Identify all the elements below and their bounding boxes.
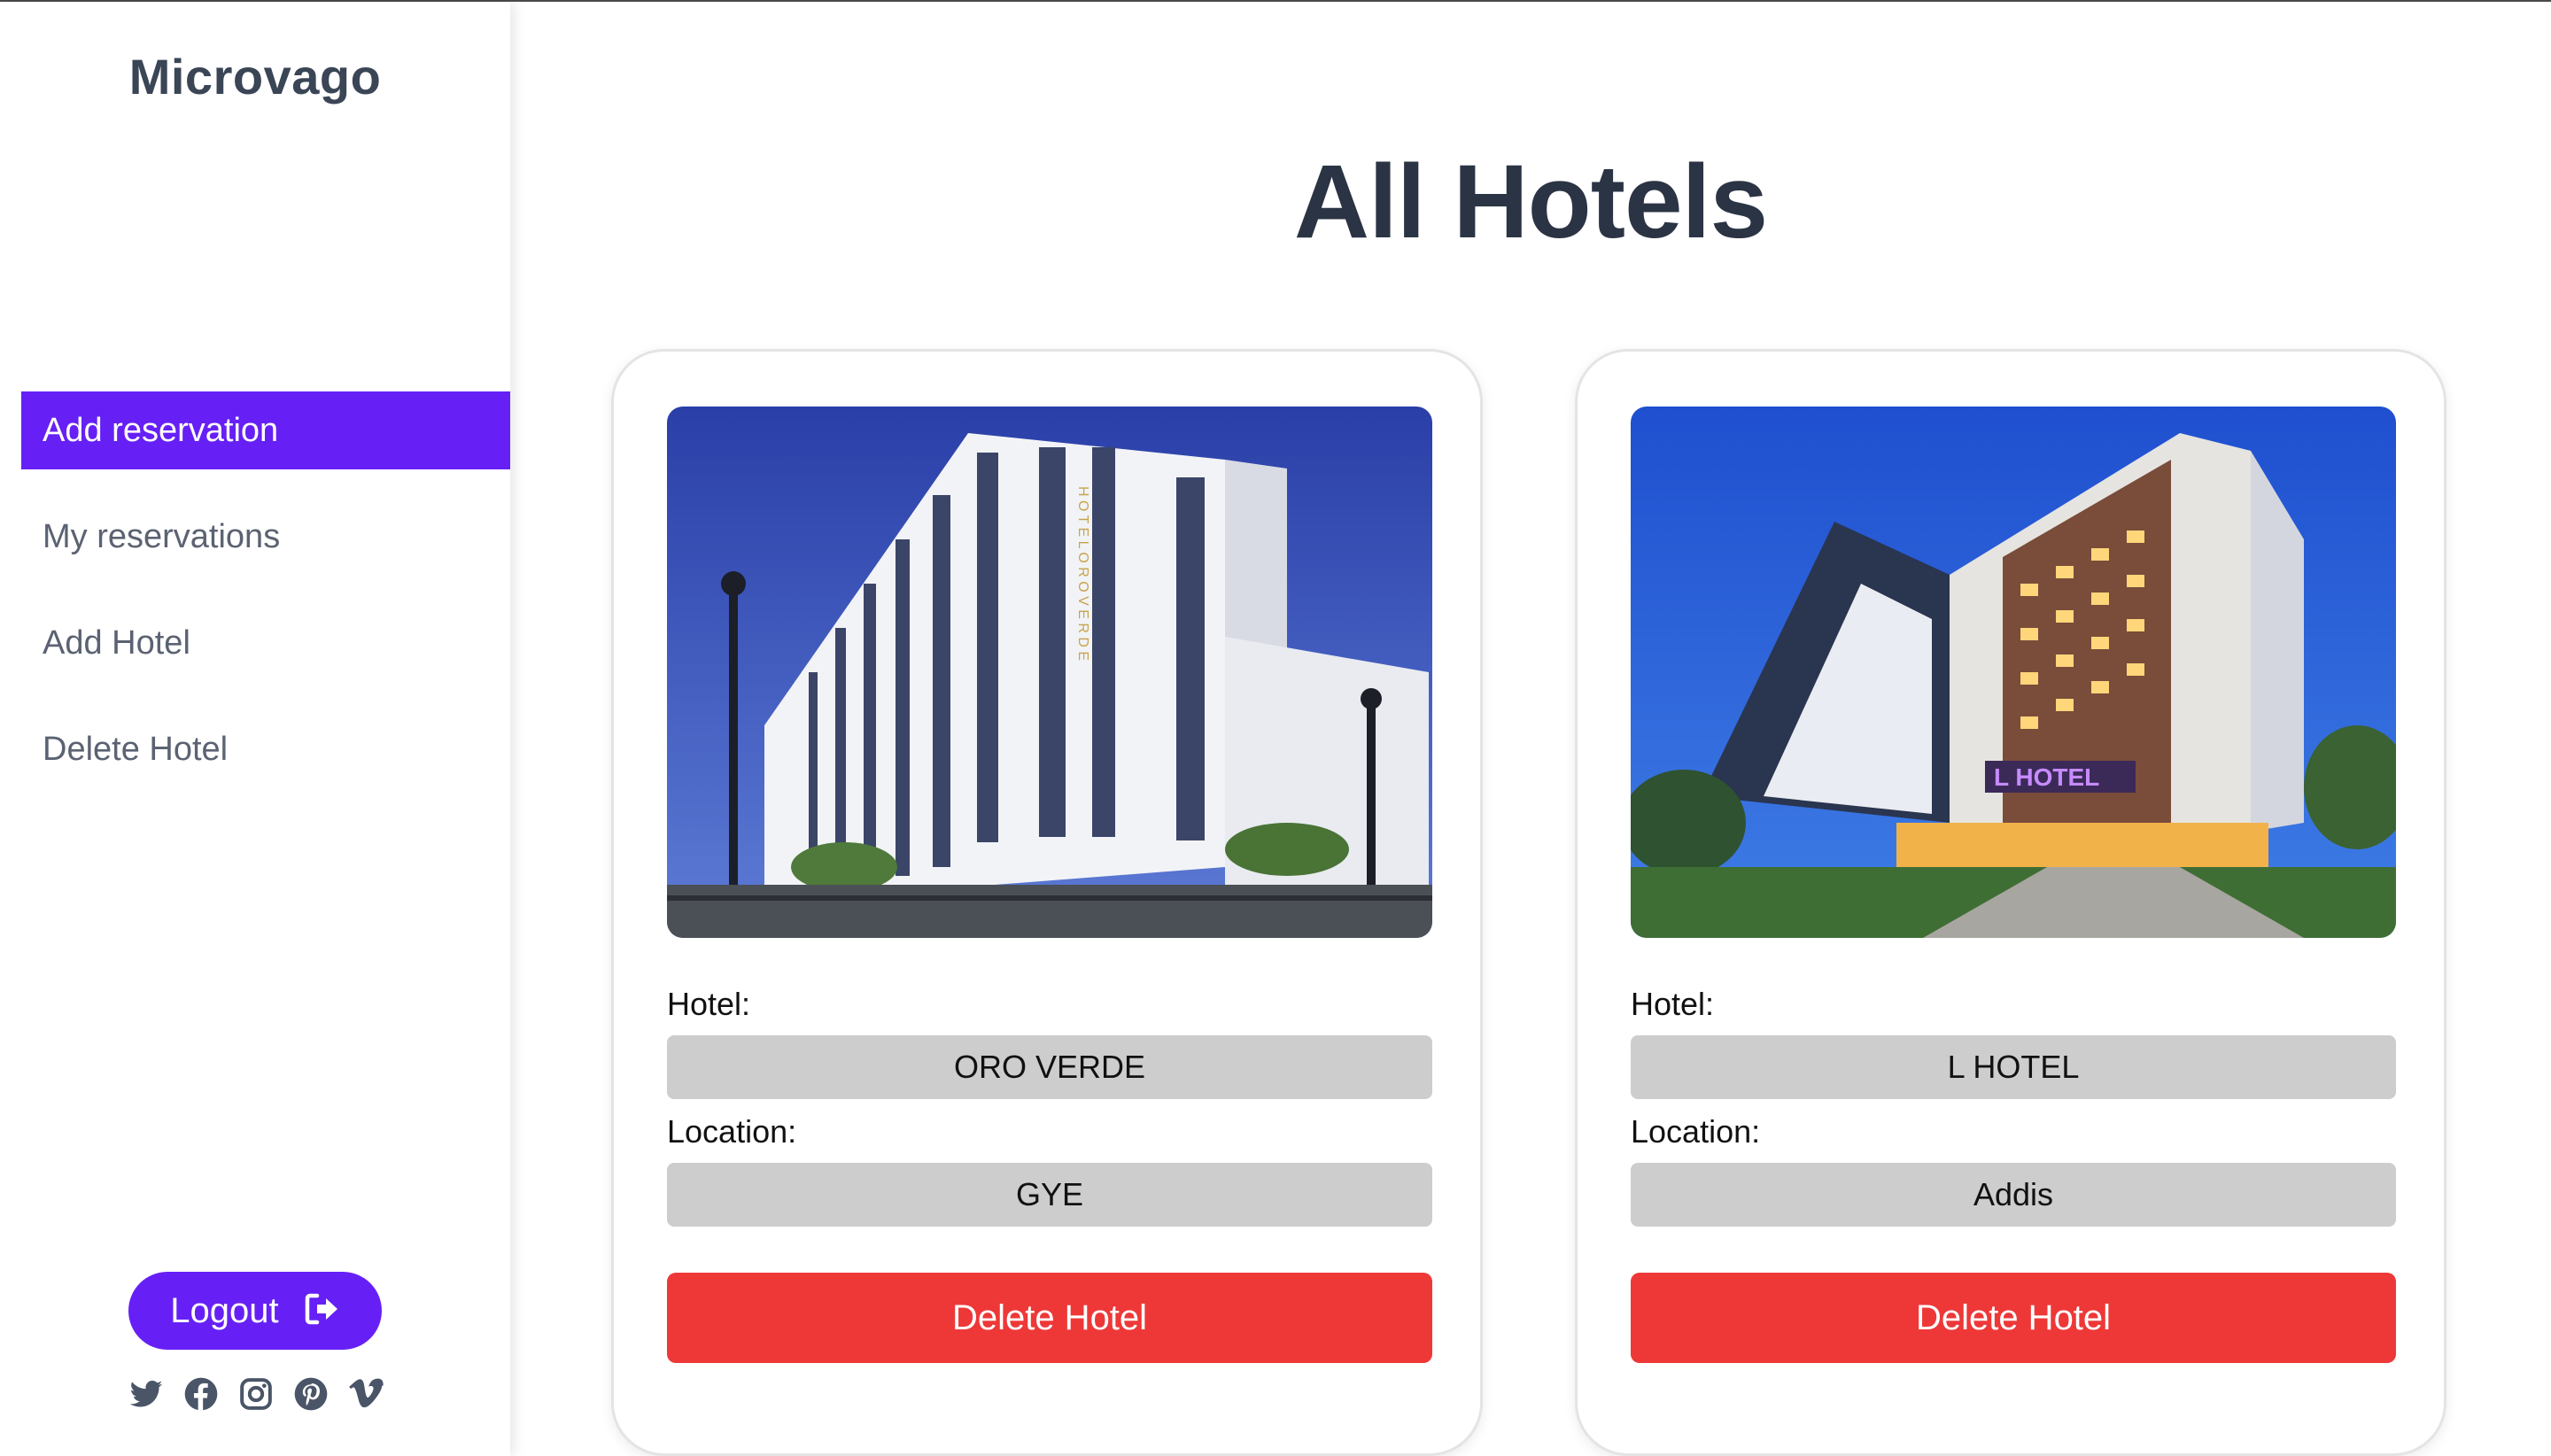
sidebar-item-delete-hotel[interactable]: Delete Hotel [21, 710, 510, 788]
hotel-image: L HOTEL [1631, 407, 2396, 938]
page-title: All Hotels [1293, 143, 1768, 260]
location-field: GYE [667, 1163, 1432, 1227]
svg-text:H O T E L O R O V E R D E: H O T E L O R O V E R D E [1075, 486, 1090, 661]
hotel-name-field: L HOTEL [1631, 1035, 2396, 1099]
hotel-name-field: ORO VERDE [667, 1035, 1432, 1099]
sidebar-nav: Add reservation My reservations Add Hote… [21, 391, 510, 817]
brand-logo: Microvago [128, 49, 382, 105]
sidebar-item-my-reservations[interactable]: My reservations [21, 498, 510, 576]
instagram-icon[interactable] [238, 1376, 274, 1412]
vimeo-icon[interactable] [348, 1376, 384, 1412]
facebook-icon[interactable] [183, 1376, 219, 1412]
delete-hotel-button[interactable]: Delete Hotel [1631, 1273, 2396, 1363]
hotel-image: H O T E L O R O V E R D E [667, 407, 1432, 938]
hotel-label: Hotel: [667, 986, 751, 1022]
logout-button[interactable]: Logout [128, 1272, 382, 1350]
logout-label: Logout [170, 1291, 279, 1330]
svg-text:L HOTEL: L HOTEL [1994, 763, 2099, 791]
twitter-icon[interactable] [128, 1376, 164, 1412]
location-label: Location: [1631, 1113, 1761, 1150]
sidebar-item-add-hotel[interactable]: Add Hotel [21, 604, 510, 682]
sidebar-item-add-reservation[interactable]: Add reservation [21, 391, 510, 469]
location-field: Addis [1631, 1163, 2396, 1227]
hotel-card: H O T E L O R O V E R D E Hotel: ORO VER… [611, 349, 1483, 1456]
location-label: Location: [667, 1113, 797, 1150]
social-links [128, 1375, 385, 1413]
sidebar: Microvago Add reservation My reservation… [0, 2, 510, 1456]
logout-icon [305, 1294, 337, 1325]
hotel-card: L HOTEL Hotel: L HOTEL Location: Addis D… [1575, 349, 2446, 1456]
hotel-label: Hotel: [1631, 986, 1715, 1022]
delete-hotel-button[interactable]: Delete Hotel [667, 1273, 1432, 1363]
pinterest-icon[interactable] [293, 1376, 329, 1412]
